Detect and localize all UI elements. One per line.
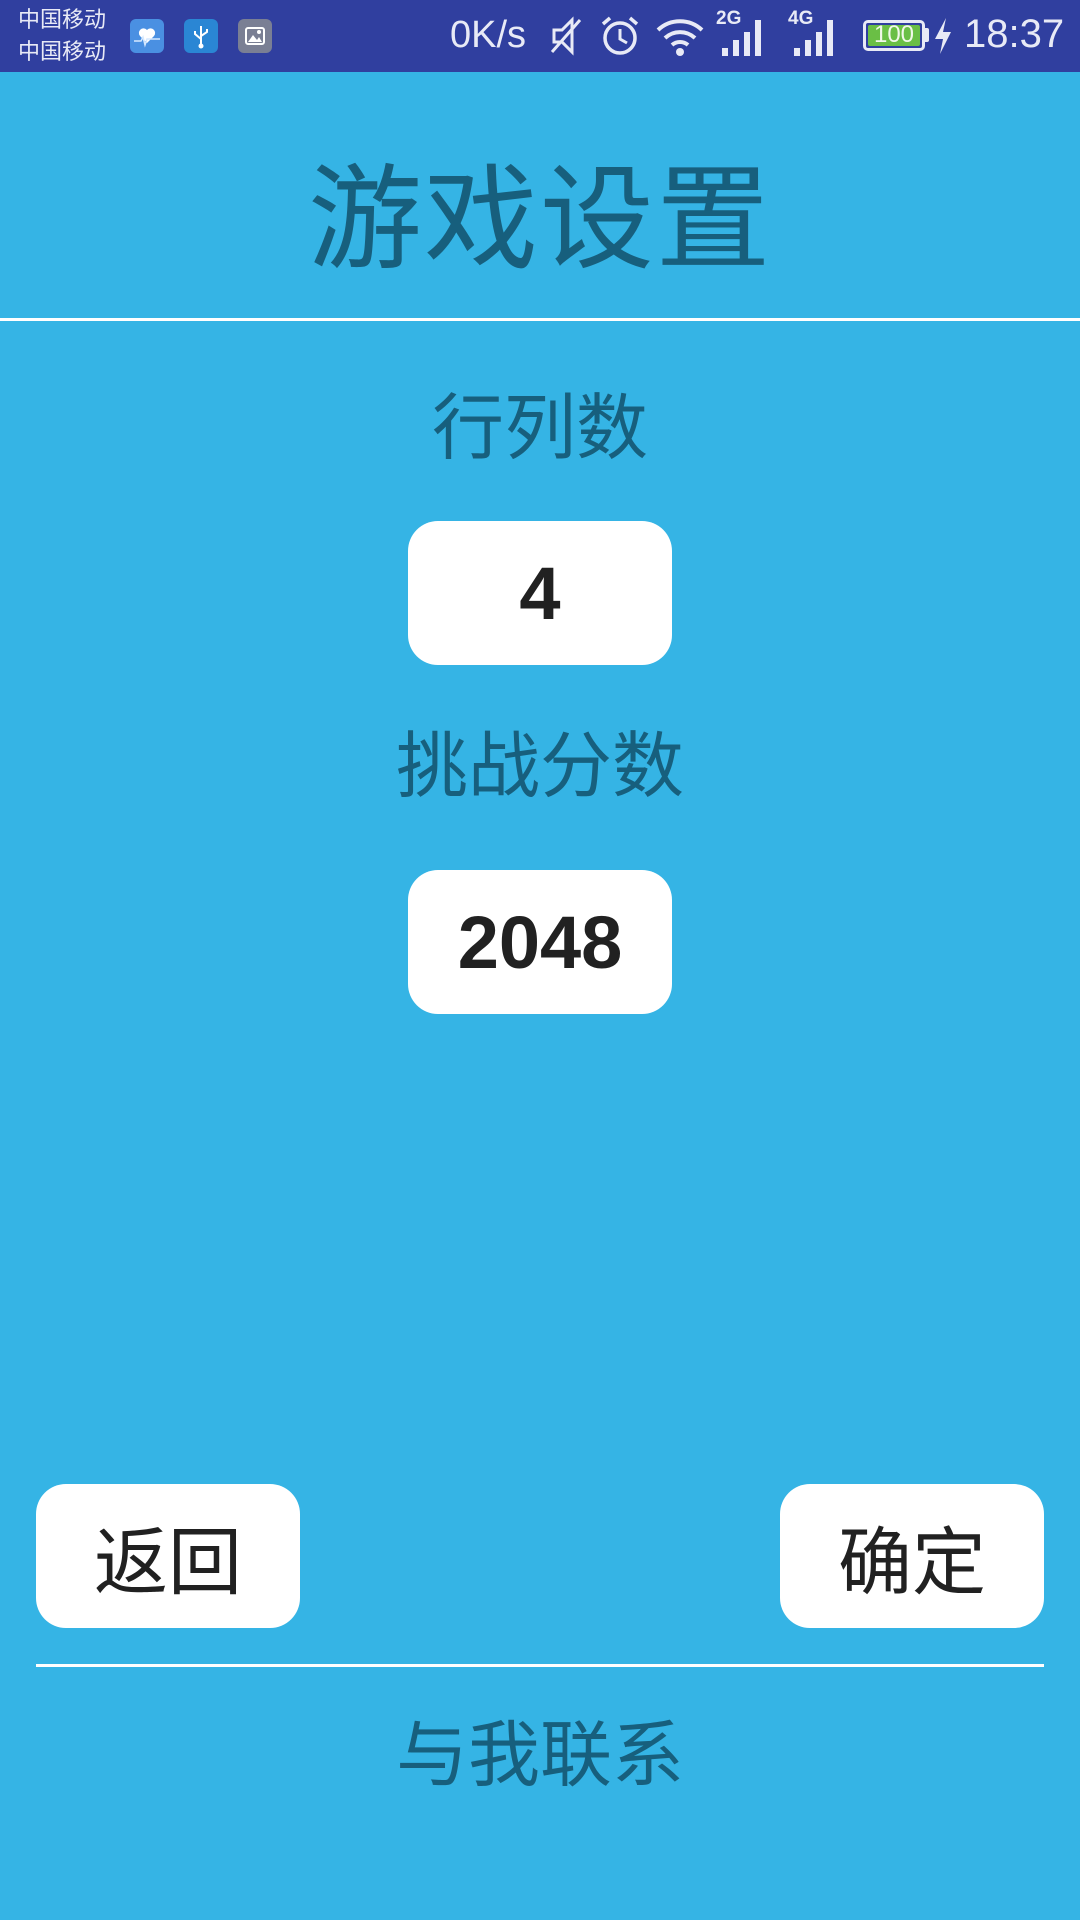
alarm-icon (598, 14, 642, 62)
wifi-icon (654, 14, 706, 62)
usb-icon (184, 19, 218, 53)
page-title: 游戏设置 (307, 153, 772, 286)
rows-label: 行列数 (431, 386, 648, 470)
battery-icon: 100 (863, 20, 925, 51)
gallery-icon (238, 19, 272, 53)
charging-icon (932, 14, 954, 62)
carrier-name-1: 中国移动 (18, 8, 107, 33)
rows-input[interactable] (408, 521, 672, 665)
status-clock: 18:37 (964, 12, 1065, 56)
footer-divider (36, 1664, 1044, 1667)
battery-tip (925, 28, 929, 42)
contact-me-link[interactable]: 与我联系 (0, 1710, 1080, 1800)
score-label: 挑战分数 (395, 724, 684, 808)
mute-icon (548, 14, 584, 62)
status-bar: 中国移动 中国移动 0K/s 2G 4G 100 18:37 (0, 0, 1080, 72)
signal-icon (718, 14, 762, 62)
battery-level: 100 (873, 21, 915, 48)
back-button[interactable]: 返回 (36, 1484, 300, 1628)
network-speed: 0K/s (450, 14, 527, 56)
score-input[interactable] (408, 870, 672, 1014)
carrier-name-2: 中国移动 (18, 40, 107, 65)
signal-icon (790, 14, 834, 62)
health-app-icon (130, 19, 164, 53)
confirm-button[interactable]: 确定 (780, 1484, 1044, 1628)
title-divider (0, 318, 1080, 321)
